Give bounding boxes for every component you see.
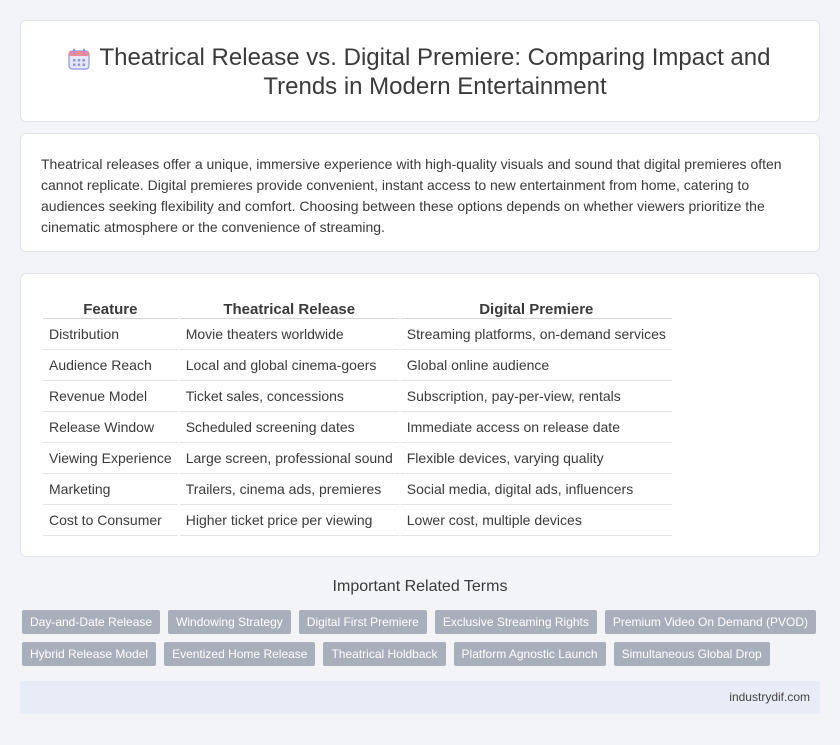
table-cell-theatrical: Movie theaters worldwide xyxy=(179,319,399,350)
table-cell-feature: Release Window xyxy=(43,412,178,443)
table-cell-digital: Social media, digital ads, influencers xyxy=(400,474,672,505)
table-cell-digital: Subscription, pay-per-view, rentals xyxy=(400,381,672,412)
table-cell-theatrical: Large screen, professional sound xyxy=(179,443,399,474)
related-term-tag[interactable]: Eventized Home Release xyxy=(164,642,316,666)
tag-row: Day-and-Date Release Windowing Strategy … xyxy=(22,610,822,634)
title-card: Theatrical Release vs. Digital Premiere:… xyxy=(20,20,820,122)
table-header-row: Feature Theatrical Release Digital Premi… xyxy=(43,295,672,319)
intro-card: Theatrical releases offer a unique, imme… xyxy=(20,133,820,252)
related-term-tag[interactable]: Platform Agnostic Launch xyxy=(453,642,606,666)
related-term-tag[interactable]: Windowing Strategy xyxy=(168,610,291,634)
related-term-tag[interactable]: Exclusive Streaming Rights xyxy=(434,610,597,634)
footer-site-link[interactable]: industrydif.com xyxy=(729,690,810,704)
table-row: Revenue Model Ticket sales, concessions … xyxy=(43,381,672,412)
table-cell-feature: Distribution xyxy=(43,319,178,350)
intro-paragraph: Theatrical releases offer a unique, imme… xyxy=(41,156,782,235)
table-cell-feature: Cost to Consumer xyxy=(43,505,178,536)
column-header-feature: Feature xyxy=(43,295,178,319)
table-row: Cost to Consumer Higher ticket price per… xyxy=(43,505,672,536)
table-row: Viewing Experience Large screen, profess… xyxy=(43,443,672,474)
comparison-table: Feature Theatrical Release Digital Premi… xyxy=(41,295,674,536)
table-cell-feature: Revenue Model xyxy=(43,381,178,412)
table-cell-feature: Marketing xyxy=(43,474,178,505)
table-row: Release Window Scheduled screening dates… xyxy=(43,412,672,443)
table-row: Marketing Trailers, cinema ads, premiere… xyxy=(43,474,672,505)
table-cell-feature: Audience Reach xyxy=(43,350,178,381)
column-header-digital: Digital Premiere xyxy=(400,295,672,319)
table-cell-theatrical: Trailers, cinema ads, premieres xyxy=(179,474,399,505)
comparison-card: Feature Theatrical Release Digital Premi… xyxy=(20,273,820,557)
related-term-tag[interactable]: Digital First Premiere xyxy=(298,610,427,634)
table-cell-theatrical: Higher ticket price per viewing xyxy=(179,505,399,536)
table-cell-theatrical: Local and global cinema-goers xyxy=(179,350,399,381)
table-cell-digital: Lower cost, multiple devices xyxy=(400,505,672,536)
table-cell-digital: Immediate access on release date xyxy=(400,412,672,443)
page-title: Theatrical Release vs. Digital Premiere:… xyxy=(99,44,771,100)
related-term-tag[interactable]: Day-and-Date Release xyxy=(22,610,161,634)
related-terms-list: Day-and-Date Release Windowing Strategy … xyxy=(22,610,822,674)
table-cell-digital: Flexible devices, varying quality xyxy=(400,443,672,474)
related-term-tag[interactable]: Hybrid Release Model xyxy=(22,642,157,666)
related-term-tag[interactable]: Theatrical Holdback xyxy=(323,642,446,666)
table-cell-digital: Streaming platforms, on-demand services xyxy=(400,319,672,350)
table-row: Audience Reach Local and global cinema-g… xyxy=(43,350,672,381)
related-terms-heading: Important Related Terms xyxy=(332,578,508,595)
tag-row: Hybrid Release Model Eventized Home Rele… xyxy=(22,642,822,666)
related-term-tag[interactable]: Premium Video On Demand (PVOD) xyxy=(604,610,817,634)
table-cell-feature: Viewing Experience xyxy=(43,443,178,474)
table-cell-theatrical: Scheduled screening dates xyxy=(179,412,399,443)
related-term-tag[interactable]: Simultaneous Global Drop xyxy=(613,642,770,666)
footer: industrydif.com xyxy=(20,681,820,714)
table-row: Distribution Movie theaters worldwide St… xyxy=(43,319,672,350)
table-cell-theatrical: Ticket sales, concessions xyxy=(179,381,399,412)
column-header-theatrical: Theatrical Release xyxy=(179,295,399,319)
table-cell-digital: Global online audience xyxy=(400,350,672,381)
